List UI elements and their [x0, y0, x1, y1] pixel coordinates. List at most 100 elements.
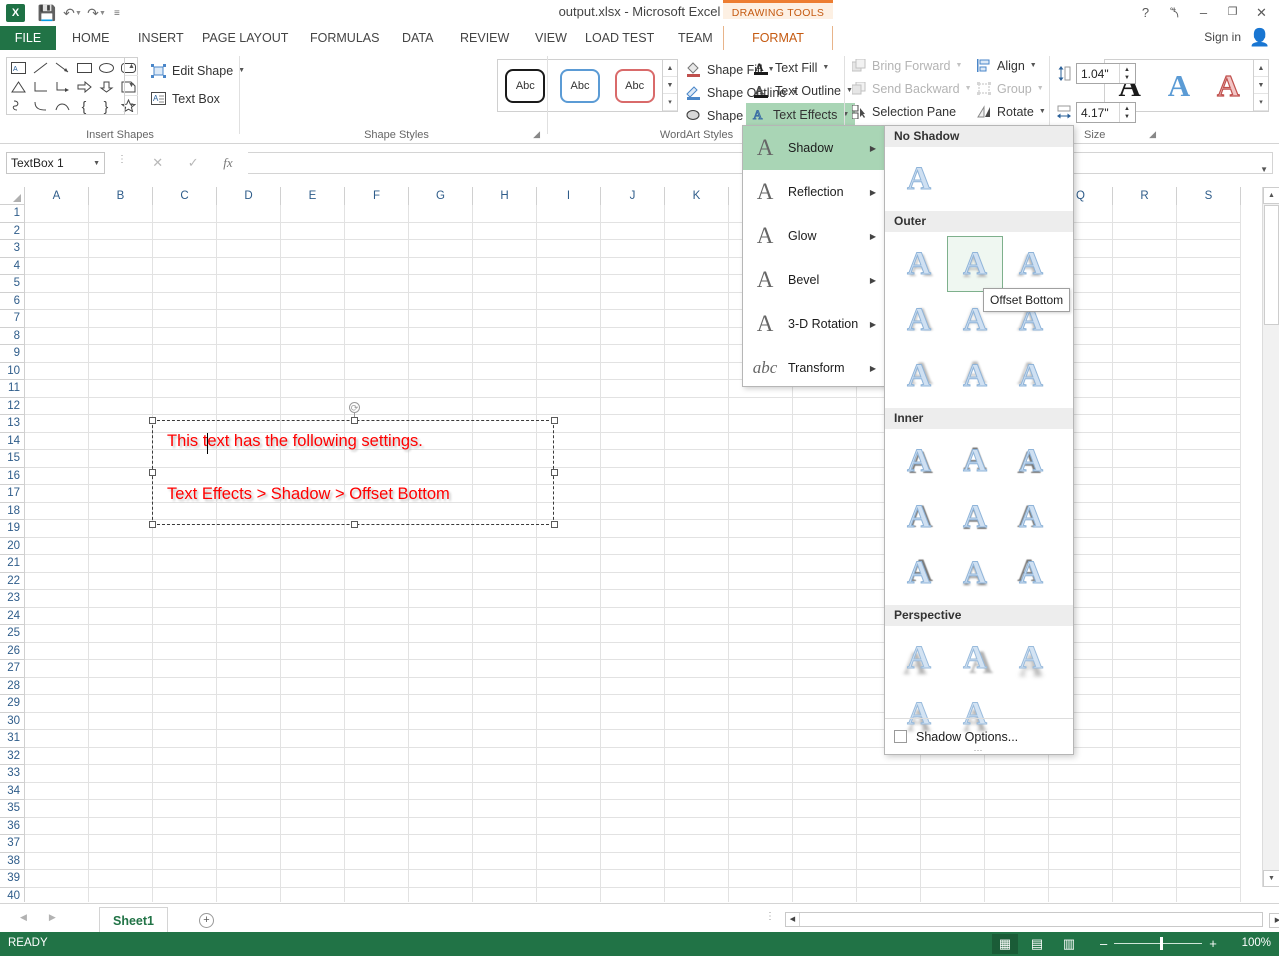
- cell-K33[interactable]: [665, 765, 729, 783]
- cell-G8[interactable]: [409, 327, 473, 345]
- cell-H37[interactable]: [473, 835, 537, 853]
- cell-G33[interactable]: [409, 765, 473, 783]
- row-header-30[interactable]: 30: [0, 712, 24, 730]
- cell-F23[interactable]: [345, 590, 409, 608]
- vertical-scrollbar[interactable]: ▲ ▼: [1262, 187, 1279, 887]
- row-header-28[interactable]: 28: [0, 677, 24, 695]
- gallery-resize-grip[interactable]: ⋯: [885, 746, 1073, 755]
- tab-format[interactable]: FORMAT: [723, 26, 833, 50]
- cell-R2[interactable]: [1113, 222, 1177, 240]
- cell-B37[interactable]: [89, 835, 153, 853]
- cell-J36[interactable]: [601, 817, 665, 835]
- cell-K5[interactable]: [665, 275, 729, 293]
- cell-J1[interactable]: [601, 205, 665, 223]
- cell-B22[interactable]: [89, 572, 153, 590]
- cell-K1[interactable]: [665, 205, 729, 223]
- cell-F10[interactable]: [345, 362, 409, 380]
- row-header-38[interactable]: 38: [0, 852, 24, 870]
- cell-A36[interactable]: [25, 817, 89, 835]
- cell-H35[interactable]: [473, 800, 537, 818]
- cell-G25[interactable]: [409, 625, 473, 643]
- cell-I32[interactable]: [537, 747, 601, 765]
- text-effects-item-3-d-rotation[interactable]: A 3-D Rotation ▶: [743, 302, 885, 346]
- cell-D3[interactable]: [217, 240, 281, 258]
- cell-B36[interactable]: [89, 817, 153, 835]
- cell-S32[interactable]: [1177, 747, 1241, 765]
- cell-R4[interactable]: [1113, 257, 1177, 275]
- cell-M21[interactable]: [793, 555, 857, 573]
- cell-H20[interactable]: [473, 537, 537, 555]
- cell-Q35[interactable]: [1049, 800, 1113, 818]
- cell-A39[interactable]: [25, 870, 89, 888]
- cell-G1[interactable]: [409, 205, 473, 223]
- cell-B26[interactable]: [89, 642, 153, 660]
- zoom-level-label[interactable]: 100%: [1242, 937, 1271, 949]
- cell-I4[interactable]: [537, 257, 601, 275]
- cell-R26[interactable]: [1113, 642, 1177, 660]
- cell-D21[interactable]: [217, 555, 281, 573]
- cell-N34[interactable]: [857, 782, 921, 800]
- cell-F2[interactable]: [345, 222, 409, 240]
- cell-L22[interactable]: [729, 572, 793, 590]
- worksheet-grid[interactable]: ABCDEFGHIJKLMNOPQRS 12345678910111213141…: [0, 187, 1279, 902]
- cell-B25[interactable]: [89, 625, 153, 643]
- textbox-text[interactable]: This text has the following settings. Te…: [167, 432, 547, 504]
- cell-P37[interactable]: [985, 835, 1049, 853]
- cell-B19[interactable]: [89, 520, 153, 538]
- text-effects-item-transform[interactable]: abc Transform ▶: [743, 346, 885, 390]
- column-header-I[interactable]: I: [537, 187, 601, 205]
- horizontal-scroll-thumb[interactable]: [800, 913, 1262, 926]
- cell-D38[interactable]: [217, 852, 281, 870]
- cell-L17[interactable]: [729, 485, 793, 503]
- cell-S3[interactable]: [1177, 240, 1241, 258]
- cell-I11[interactable]: [537, 380, 601, 398]
- cell-J37[interactable]: [601, 835, 665, 853]
- shape-height-field[interactable]: ▲ ▼: [1076, 63, 1136, 84]
- cell-M33[interactable]: [793, 765, 857, 783]
- cell-L26[interactable]: [729, 642, 793, 660]
- cell-J5[interactable]: [601, 275, 665, 293]
- cell-H3[interactable]: [473, 240, 537, 258]
- cell-S31[interactable]: [1177, 730, 1241, 748]
- cell-K37[interactable]: [665, 835, 729, 853]
- formula-bar-grip[interactable]: ⋮: [117, 155, 127, 165]
- cell-D6[interactable]: [217, 292, 281, 310]
- cell-H21[interactable]: [473, 555, 537, 573]
- cell-C38[interactable]: [153, 852, 217, 870]
- cell-C37[interactable]: [153, 835, 217, 853]
- spinner-up-icon[interactable]: ▲: [1124, 105, 1130, 113]
- cell-J7[interactable]: [601, 310, 665, 328]
- cell-S35[interactable]: [1177, 800, 1241, 818]
- cell-K7[interactable]: [665, 310, 729, 328]
- shadow-preset-inner-8[interactable]: A: [947, 545, 1003, 601]
- cell-J13[interactable]: [601, 415, 665, 433]
- cell-E31[interactable]: [281, 730, 345, 748]
- cell-M12[interactable]: [793, 397, 857, 415]
- column-header-R[interactable]: R: [1113, 187, 1177, 205]
- cell-F30[interactable]: [345, 712, 409, 730]
- cell-C32[interactable]: [153, 747, 217, 765]
- cell-G34[interactable]: [409, 782, 473, 800]
- cell-G29[interactable]: [409, 695, 473, 713]
- cell-J14[interactable]: [601, 432, 665, 450]
- cell-R21[interactable]: [1113, 555, 1177, 573]
- shadow-preset-perspective-3[interactable]: A: [1003, 630, 1059, 686]
- cell-R3[interactable]: [1113, 240, 1177, 258]
- cell-F33[interactable]: [345, 765, 409, 783]
- cell-I6[interactable]: [537, 292, 601, 310]
- shape-rectangle-icon[interactable]: [73, 58, 95, 77]
- cell-R39[interactable]: [1113, 870, 1177, 888]
- text-effects-item-glow[interactable]: A Glow ▶: [743, 214, 885, 258]
- cell-F11[interactable]: [345, 380, 409, 398]
- shadow-preset-inner-3[interactable]: A: [1003, 433, 1059, 489]
- cell-J21[interactable]: [601, 555, 665, 573]
- cell-F35[interactable]: [345, 800, 409, 818]
- cell-E35[interactable]: [281, 800, 345, 818]
- cell-C1[interactable]: [153, 205, 217, 223]
- cell-M22[interactable]: [793, 572, 857, 590]
- cell-G27[interactable]: [409, 660, 473, 678]
- cell-A31[interactable]: [25, 730, 89, 748]
- tab-review[interactable]: REVIEW: [450, 26, 519, 50]
- cell-E21[interactable]: [281, 555, 345, 573]
- cell-M17[interactable]: [793, 485, 857, 503]
